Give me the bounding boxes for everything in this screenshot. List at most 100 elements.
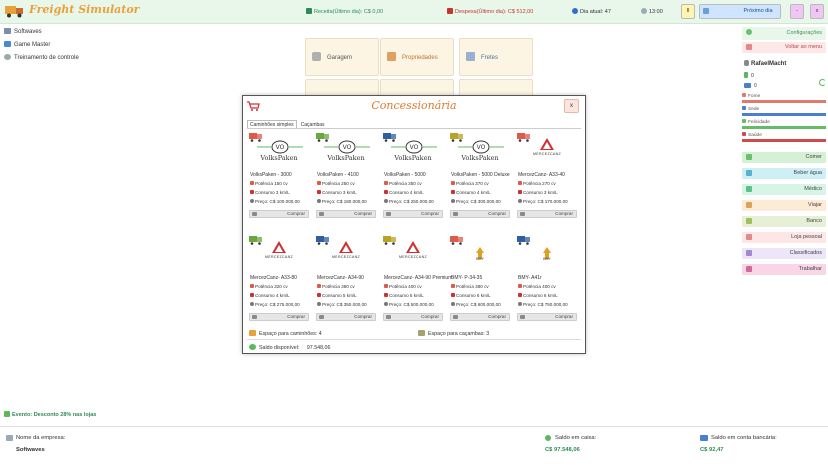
power-icon (451, 284, 455, 288)
need-icon (742, 106, 746, 110)
need-bar-label: Fome (742, 93, 760, 99)
truck-name: MercezCanz- A34-90 Premium (384, 275, 453, 281)
event-banner: Evento: Desconto 28% nas lojas (4, 411, 96, 418)
price-icon (451, 302, 455, 306)
tab-caminhoes-simples[interactable]: Caminhões simples (247, 120, 297, 128)
truck-card: VO VolksPaken VolksPaken - 3000 Potência 1… (247, 130, 311, 222)
settings-button[interactable]: Configurações (742, 27, 826, 40)
shop-icon (746, 234, 752, 240)
fuel-icon (317, 293, 321, 297)
expense-icon (447, 8, 453, 14)
buy-button[interactable]: Comprar (316, 210, 376, 218)
action-button-shop[interactable]: Loja pessoal (742, 232, 826, 243)
need-label-text: Felicidade (748, 120, 770, 125)
revenue-stat: Receita(Último dia): C$ 0,00 (306, 8, 383, 15)
next-day-button[interactable]: Próximo dia (699, 4, 781, 19)
truck-card: MERCEZCANZ MercezCanz- A34-90 Premium Potê… (381, 233, 452, 325)
action-button-label: Beber água (793, 170, 822, 176)
pause-button[interactable]: II (681, 4, 695, 19)
menu-item-game-master[interactable]: Game Master (0, 39, 100, 52)
close-window-button[interactable]: x (810, 4, 824, 19)
truck-power: Potência 250 cv (317, 181, 355, 186)
buy-button[interactable]: Comprar (383, 210, 443, 218)
need-bar-label: Felicidade (742, 119, 770, 125)
truck-name: MercezCanz- A33-40 (518, 172, 565, 178)
tile-label: Garagem (327, 55, 353, 61)
counter-b-value: 0 (754, 83, 757, 89)
company-icon (6, 435, 13, 441)
price-icon (250, 199, 254, 203)
truck-power-text: Potência 320 cv (255, 284, 288, 289)
need-icon (742, 93, 746, 97)
money-icon (249, 344, 256, 350)
fuel-icon (317, 190, 321, 194)
truck-power: Potência 380 cv (451, 284, 489, 289)
truck-name: MercezCanz- A33-80 (250, 275, 297, 281)
buy-button[interactable]: Comprar (383, 313, 443, 321)
action-button-suitcase[interactable]: Viajar (742, 200, 826, 211)
need-label-text: Fome (748, 94, 761, 99)
top-bar: Freight Simulator Receita(Último dia): C… (0, 0, 828, 24)
need-bar-label: Saúde (742, 132, 762, 138)
buy-button[interactable]: Comprar (249, 313, 309, 321)
modal-close-button[interactable]: x (564, 99, 579, 113)
truck-card: VO VolksPaken VolksPaken - 5000 Deluxe Pot… (448, 130, 512, 222)
action-button-classified[interactable]: Classificados (742, 248, 826, 259)
counter-a-value: 0 (751, 73, 754, 79)
need-icon (742, 132, 746, 136)
truck-price: Preço: C$ 300.000,00 (451, 199, 501, 204)
buy-button[interactable]: Comprar (450, 313, 510, 321)
truck-consumption: Consumo 5 km/L (384, 293, 424, 298)
dealership-modal: Concessionária x Caminhões simples Caçamb… (242, 95, 586, 354)
buy-label: Comprar (421, 314, 439, 319)
truck-price: Preço: C$ 180.000,00 (317, 199, 367, 204)
tile-propriedades[interactable]: Propriedades (380, 38, 454, 76)
brand-name: VolksPaken (327, 154, 365, 162)
minimize-button[interactable]: - (790, 4, 804, 19)
buy-label: Comprar (555, 211, 573, 216)
truck-power-text: Potência 380 cv (456, 284, 489, 289)
price-icon (518, 302, 522, 306)
stat-counter-a: 0 (744, 72, 754, 79)
suitcase-icon (746, 202, 752, 208)
truck-power-text: Potência 250 cv (322, 181, 355, 186)
buy-button[interactable]: Comprar (517, 313, 577, 321)
back-icon (746, 44, 752, 50)
tile-fretes[interactable]: Fretes (459, 38, 533, 76)
action-button-label: Trabalhar (798, 266, 822, 272)
truck-card: VO VolksPaken VolksPaken - 5000 Potência 3… (381, 130, 445, 222)
buy-button[interactable]: Comprar (249, 210, 309, 218)
menu-item-label: Softwaves (14, 29, 42, 35)
truck-power-text: Potência 370 cv (456, 181, 489, 186)
buy-button[interactable]: Comprar (316, 313, 376, 321)
next-day-icon (703, 8, 709, 14)
action-button-bank[interactable]: Banco (742, 216, 826, 227)
buy-button[interactable]: Comprar (517, 210, 577, 218)
truck-price-text: Preço: C$ 600.000,00 (456, 302, 501, 307)
buy-label: Comprar (421, 211, 439, 216)
modal-divider (247, 339, 581, 340)
tile-garagem[interactable]: Garagem (305, 38, 379, 76)
action-button-water[interactable]: Beber água (742, 168, 826, 179)
action-button-medic[interactable]: Médico (742, 184, 826, 195)
action-button-work[interactable]: Trabalhar (742, 264, 826, 275)
truck-power: Potência 400 cv (384, 284, 422, 289)
truck-power: Potência 270 cv (518, 181, 556, 186)
refresh-icon[interactable] (819, 79, 826, 86)
truck-card: MERCEZCANZ MercezCanz- A33-40 Potência 270… (515, 130, 579, 222)
truck-power: Potência 150 cv (250, 181, 288, 186)
action-button-food[interactable]: Comer (742, 152, 826, 163)
house-icon (387, 52, 396, 61)
truck-card: VO VolksPaken VolksPaken - 4100 Potência 2… (314, 130, 378, 222)
cart-icon (252, 315, 257, 319)
back-to-menu-button[interactable]: Voltar ao menu (742, 42, 826, 53)
truck-consumption-text: Consumo 4 km/L (456, 190, 491, 195)
menu-item-treinamento[interactable]: Treinamento de controle (0, 52, 100, 65)
buy-button[interactable]: Comprar (450, 210, 510, 218)
power-icon (384, 181, 388, 185)
brand-name: MERCEZCANZ (332, 255, 360, 259)
gear-icon (4, 54, 11, 60)
menu-item-softwaves[interactable]: Softwaves (0, 26, 100, 39)
balance-label: Saldo disponível: (259, 345, 300, 351)
truck-consumption-text: Consumo 6 km/L (523, 293, 558, 298)
